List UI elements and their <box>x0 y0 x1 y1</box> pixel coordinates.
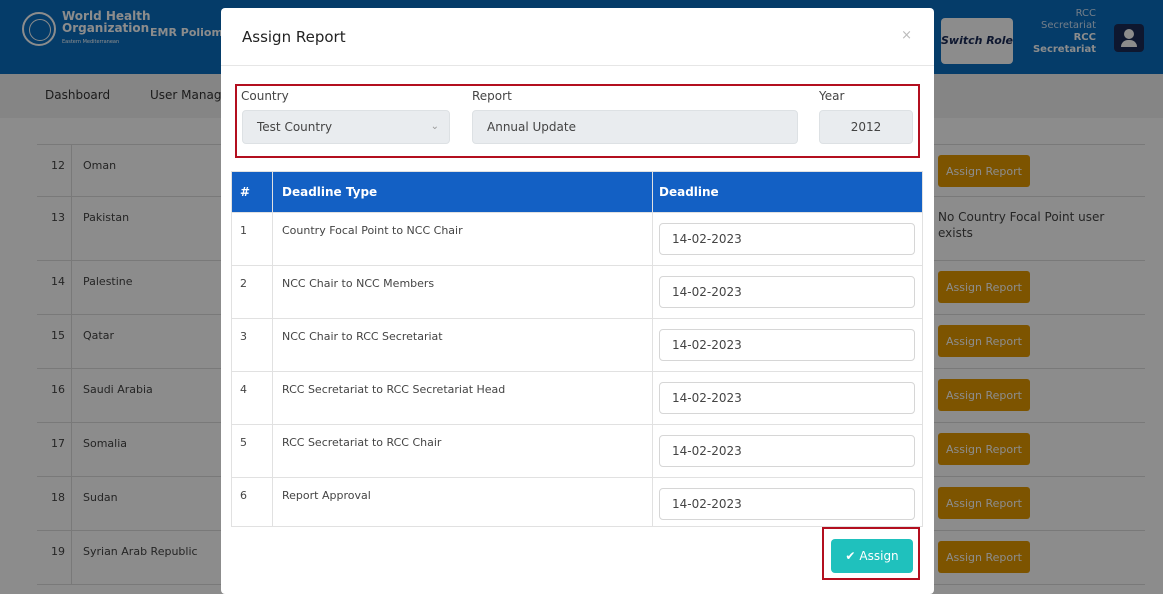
close-icon[interactable]: × <box>901 28 912 43</box>
deadline-type: Country Focal Point to NCC Chair <box>282 224 463 237</box>
assign-button-label: Assign <box>859 549 899 563</box>
header-num: # <box>240 185 251 199</box>
table-row: 6 Report Approval 14-02-2023 <box>232 477 922 530</box>
table-header: # Deadline Type Deadline <box>232 172 922 212</box>
country-select[interactable]: Test Country ⌄ <box>242 110 450 144</box>
assign-button[interactable]: ✔ Assign <box>831 539 913 573</box>
column-divider <box>652 172 653 526</box>
year-field-value: 2012 <box>850 120 882 134</box>
deadline-date-input[interactable]: 14-02-2023 <box>659 488 915 520</box>
header-deadline-type: Deadline Type <box>282 185 378 199</box>
report-label: Report <box>472 89 512 103</box>
modal-title: Assign Report <box>242 28 346 46</box>
table-row: 4 RCC Secretariat to RCC Secretariat Hea… <box>232 371 922 424</box>
row-number: 2 <box>240 277 247 290</box>
deadline-date-input[interactable]: 14-02-2023 <box>659 329 915 361</box>
row-number: 4 <box>240 383 247 396</box>
table-row: 5 RCC Secretariat to RCC Chair 14-02-202… <box>232 424 922 477</box>
header-deadline: Deadline <box>659 185 719 199</box>
deadline-date-input[interactable]: 14-02-2023 <box>659 435 915 467</box>
year-label: Year <box>819 89 845 103</box>
chevron-down-icon: ⌄ <box>430 121 439 132</box>
row-number: 6 <box>240 489 247 502</box>
column-divider <box>272 172 273 526</box>
deadline-type: NCC Chair to RCC Secretariat <box>282 330 443 343</box>
table-row: 2 NCC Chair to NCC Members 14-02-2023 <box>232 265 922 318</box>
deadline-type: NCC Chair to NCC Members <box>282 277 435 290</box>
deadline-date-input[interactable]: 14-02-2023 <box>659 276 915 308</box>
row-number: 3 <box>240 330 247 343</box>
year-field[interactable]: 2012 <box>819 110 913 144</box>
country-select-value: Test Country <box>257 120 333 134</box>
row-number: 1 <box>240 224 247 237</box>
row-number: 5 <box>240 436 247 449</box>
deadlines-table: # Deadline Type Deadline 1 Country Focal… <box>231 171 923 527</box>
deadline-type: RCC Secretariat to RCC Chair <box>282 436 442 449</box>
report-field[interactable]: Annual Update <box>472 110 798 144</box>
deadline-date-input[interactable]: 14-02-2023 <box>659 223 915 255</box>
assign-report-modal: Assign Report × Country Test Country ⌄ R… <box>221 8 934 594</box>
check-icon: ✔ <box>845 549 856 563</box>
report-field-value: Annual Update <box>487 120 576 134</box>
country-label: Country <box>241 89 289 103</box>
deadline-type: Report Approval <box>282 489 371 502</box>
table-row: 1 Country Focal Point to NCC Chair 14-02… <box>232 212 922 265</box>
deadline-type: RCC Secretariat to RCC Secretariat Head <box>282 383 506 396</box>
deadline-date-input[interactable]: 14-02-2023 <box>659 382 915 414</box>
table-row: 3 NCC Chair to RCC Secretariat 14-02-202… <box>232 318 922 371</box>
modal-header: Assign Report × <box>221 8 934 66</box>
